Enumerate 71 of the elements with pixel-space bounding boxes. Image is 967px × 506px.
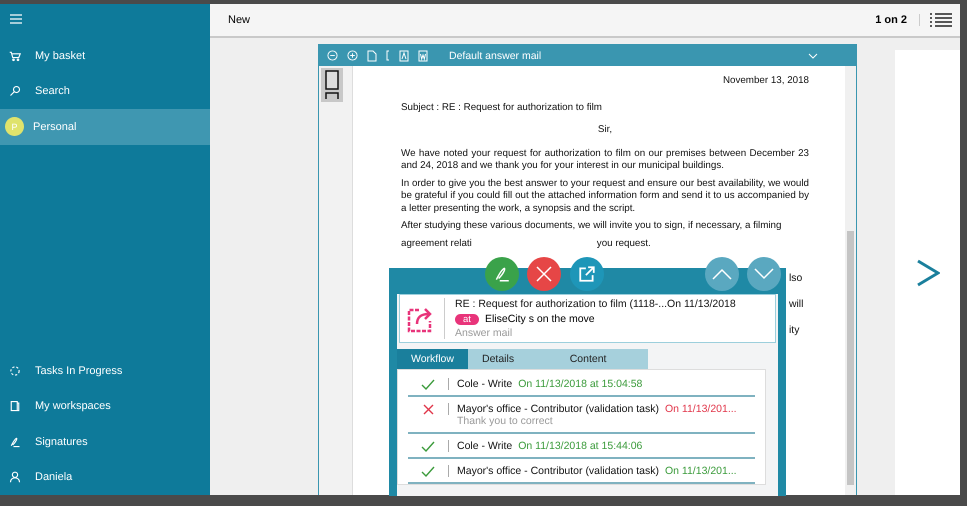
- book-icon: [9, 400, 21, 412]
- menu-icon[interactable]: [10, 14, 22, 24]
- external-link-icon: [578, 265, 596, 283]
- step-name: Cole - Write: [457, 378, 512, 390]
- dashed-circle-icon: [9, 364, 21, 377]
- cross-icon: [422, 404, 434, 415]
- tag: at: [455, 314, 479, 324]
- scrollbar-thumb[interactable]: [847, 231, 854, 485]
- mail-sender: EliseCity s on the move: [484, 313, 595, 325]
- letter-text: will: [789, 299, 804, 310]
- bracket-icon[interactable]: [386, 50, 390, 61]
- previous-button[interactable]: [705, 257, 739, 291]
- close-icon: [536, 266, 552, 282]
- check-icon: [421, 379, 435, 390]
- tab[interactable]: Workflow: [397, 349, 468, 369]
- chevron-right-icon[interactable]: [916, 258, 940, 286]
- check-icon: [421, 441, 435, 452]
- sidebar-item[interactable]: P Personal: [0, 109, 210, 144]
- sign-button[interactable]: [485, 257, 519, 291]
- word-file-icon[interactable]: [418, 50, 428, 62]
- letter-text: lso: [789, 273, 802, 284]
- avatar: P: [5, 117, 24, 136]
- step-date: On 11/13/2018 at 15:04:58: [518, 378, 642, 390]
- viewer-title: Default answer mail: [449, 50, 542, 62]
- search-icon: [9, 85, 21, 98]
- sidebar-item[interactable]: Tasks In Progress: [0, 353, 210, 388]
- open-external-button[interactable]: [570, 257, 604, 291]
- list-icon[interactable]: [930, 13, 952, 27]
- step-name: Cole - Write: [457, 440, 512, 452]
- reject-button[interactable]: [527, 257, 561, 291]
- signature-icon: [9, 436, 21, 448]
- letter-date: November 13, 2018: [722, 75, 809, 88]
- step-name: Mayor's office - Contributor (validation task): [457, 465, 659, 477]
- page-icon[interactable]: [367, 50, 377, 62]
- tab[interactable]: Details: [468, 349, 528, 369]
- chevron-up-icon: [712, 268, 732, 280]
- zoom-in-icon[interactable]: [347, 50, 358, 61]
- letter-text: agreement relati: [401, 238, 472, 250]
- sidebar-item[interactable]: Daniela: [0, 460, 210, 495]
- cart-icon: [9, 50, 21, 62]
- step-name: Mayor's office - Contributor (validation task): [457, 403, 659, 415]
- next-button[interactable]: [747, 257, 781, 291]
- sidebar-item[interactable]: My basket: [0, 38, 210, 74]
- letter-paragraph: In order to give you the best answer to your request and ensure our best availability, we would be grateful if you could fill out the attached information form and send it to us accompanied by a letter presenting the work, a synopsis and the script.: [401, 178, 809, 215]
- step-date: On 11/13/201...: [664, 403, 737, 415]
- signature-icon: [493, 265, 511, 283]
- chevron-down-icon[interactable]: [808, 52, 818, 58]
- mail-card[interactable]: RE : Request for authorization to film (1118-...On 11/13/2018 at EliseCity s on the move Answer mail: [399, 294, 776, 343]
- letter-paragraph: We have noted your request for authorization to film on our premises between December 23 and 24, 2018 and we thank you for your interest in our municipal buildings.: [401, 148, 809, 172]
- sidebar-item[interactable]: Search: [0, 74, 210, 109]
- letter-text: you request.: [596, 238, 651, 250]
- step-comment: Thank you to correct: [457, 415, 554, 427]
- page-counter: 1 on 2: [875, 14, 920, 26]
- chevron-down-icon: [754, 268, 774, 280]
- mail-type: Answer mail: [455, 327, 514, 339]
- letter-paragraph: After studying these various documents, we will invite you to sign, if necessary, a filming: [401, 220, 782, 232]
- step-date: On 11/13/201...: [664, 465, 737, 477]
- tab[interactable]: Content: [528, 349, 648, 369]
- zoom-out-icon[interactable]: [327, 50, 338, 61]
- letter-text: ity: [789, 325, 800, 336]
- letter-salutation: Sir,: [596, 124, 614, 136]
- pdf-file-icon[interactable]: [399, 50, 409, 62]
- page-thumbnail-icon[interactable]: [321, 68, 343, 102]
- sidebar-item[interactable]: Signatures: [0, 424, 210, 460]
- step-date: On 11/13/2018 at 15:44:06: [518, 440, 642, 452]
- mail-title: RE : Request for authorization to film (1118-...On 11/13/2018: [455, 298, 736, 310]
- user-icon: [9, 471, 21, 484]
- letter-subject: Subject : RE : Request for authorization to film: [401, 102, 603, 114]
- check-icon: [421, 466, 435, 477]
- page-title: New: [228, 14, 250, 26]
- sidebar-item[interactable]: My workspaces: [0, 388, 210, 424]
